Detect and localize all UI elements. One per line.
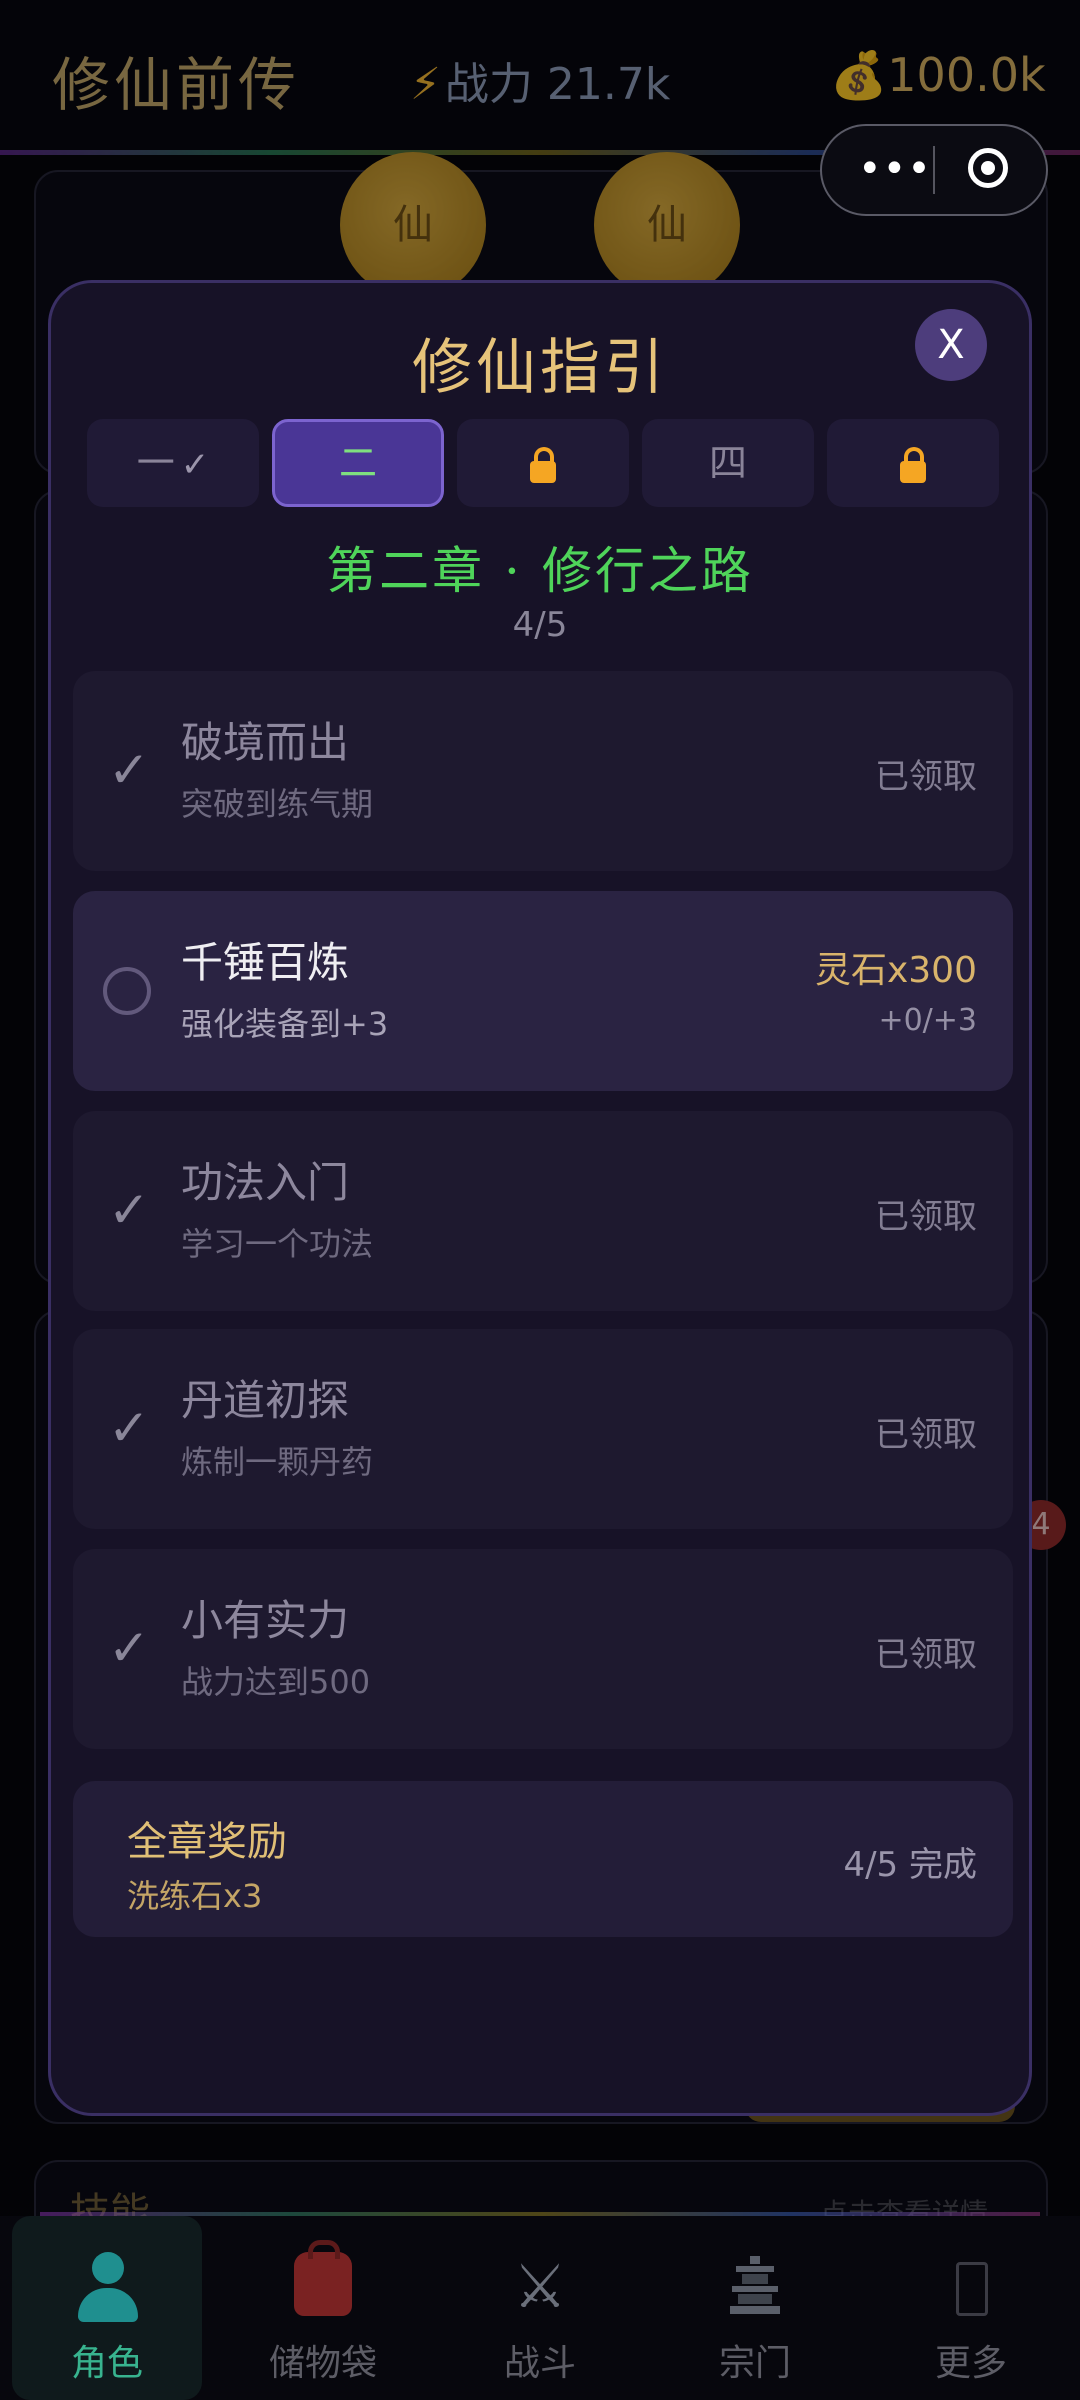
quest-title: 千锤百炼 — [181, 938, 350, 987]
more-icon — [956, 2262, 988, 2316]
capsule-divider — [933, 146, 935, 194]
chapter-title: 第二章 · 修行之路 — [326, 542, 754, 600]
quest-title: 丹道初探 — [181, 1376, 350, 1425]
tab-chapter-5-locked[interactable] — [827, 419, 999, 507]
quest-status: 已领取 — [875, 1415, 977, 1455]
backpack-icon — [294, 2240, 352, 2316]
nav-label: 战斗 — [503, 2343, 576, 2384]
chapter-reward-item: 洗练石x3 — [127, 1877, 263, 1915]
quest-title: 破境而出 — [181, 718, 350, 767]
tab-chapter-2[interactable]: 二 — [272, 419, 444, 507]
quest-reward: 灵石x300 — [814, 950, 977, 991]
chapter-reward-status: 4/5 完成 — [843, 1845, 977, 1885]
quest-description: 学习一个功法 — [181, 1225, 374, 1263]
quest-description: 战力达到500 — [181, 1663, 371, 1701]
modal-title: 修仙指引 — [412, 333, 668, 403]
chapter-progress: 4/5 — [512, 605, 568, 645]
chapter-tabs: 一 ✓ 二 四 — [87, 419, 999, 507]
mini-program-capsule: ••• — [820, 124, 1048, 216]
check-icon: ✓ — [108, 741, 150, 799]
quest-description: 突破到练气期 — [181, 785, 374, 823]
close-program-icon[interactable] — [968, 148, 1008, 188]
nav-label: 角色 — [70, 2343, 143, 2384]
pagoda-icon — [730, 2256, 780, 2316]
bottom-nav: 角色 储物袋 ⚔ 战斗 宗门 更多 — [0, 2216, 1080, 2400]
tab-label: 四 — [708, 441, 747, 485]
tab-chapter-1[interactable]: 一 ✓ — [87, 419, 259, 507]
quest-title: 小有实力 — [181, 1596, 350, 1645]
more-options-icon[interactable]: ••• — [858, 146, 932, 192]
check-icon: ✓ — [108, 1619, 150, 1677]
chapter-reward[interactable]: 全章奖励 洗练石x3 4/5 完成 — [73, 1781, 1013, 1937]
quest-item[interactable]: ✓ 小有实力 战力达到500 已领取 — [73, 1549, 1013, 1749]
check-icon: ✓ — [180, 445, 210, 485]
check-icon: ✓ — [108, 1399, 150, 1457]
nav-item-more[interactable]: 更多 — [876, 2216, 1066, 2400]
crossed-swords-icon: ⚔ — [513, 2252, 567, 2322]
person-icon — [78, 2252, 138, 2322]
nav-label: 储物袋 — [268, 2343, 377, 2384]
nav-label: 更多 — [934, 2343, 1007, 2384]
quest-progress: +0/+3 — [878, 1003, 977, 1038]
quest-status: 已领取 — [875, 757, 977, 797]
lock-icon — [530, 446, 556, 483]
nav-label: 宗门 — [718, 2343, 791, 2384]
quest-status: 已领取 — [875, 1197, 977, 1237]
tab-chapter-3-locked[interactable] — [457, 419, 629, 507]
quest-description: 炼制一颗丹药 — [181, 1443, 374, 1481]
lock-icon — [900, 446, 926, 483]
quest-title: 功法入门 — [181, 1158, 350, 1207]
nav-item-sect[interactable]: 宗门 — [660, 2216, 850, 2400]
quest-item[interactable]: ✓ 功法入门 学习一个功法 已领取 — [73, 1111, 1013, 1311]
quest-description: 强化装备到+3 — [181, 1005, 389, 1043]
quest-item-active[interactable]: 千锤百炼 强化装备到+3 灵石x300 +0/+3 — [73, 891, 1013, 1091]
chapter-reward-title: 全章奖励 — [127, 1819, 287, 1865]
check-icon: ✓ — [108, 1181, 150, 1239]
nav-item-battle[interactable]: ⚔ 战斗 — [445, 2216, 635, 2400]
nav-item-storage[interactable]: 储物袋 — [228, 2216, 418, 2400]
quest-item[interactable]: ✓ 破境而出 突破到练气期 已领取 — [73, 671, 1013, 871]
tab-label: 一 — [136, 441, 175, 485]
circle-icon — [103, 967, 151, 1015]
nav-item-character[interactable]: 角色 — [12, 2216, 202, 2400]
close-button[interactable]: X — [915, 309, 987, 381]
tab-chapter-4[interactable]: 四 — [642, 419, 814, 507]
quest-item[interactable]: ✓ 丹道初探 炼制一颗丹药 已领取 — [73, 1329, 1013, 1529]
tab-label: 二 — [338, 441, 377, 485]
guide-modal: 修仙指引 X 一 ✓ 二 四 第二章 · 修行之路 4/5 ✓ 破境而出 突破到练… — [48, 280, 1032, 2116]
quest-status: 已领取 — [875, 1635, 977, 1675]
